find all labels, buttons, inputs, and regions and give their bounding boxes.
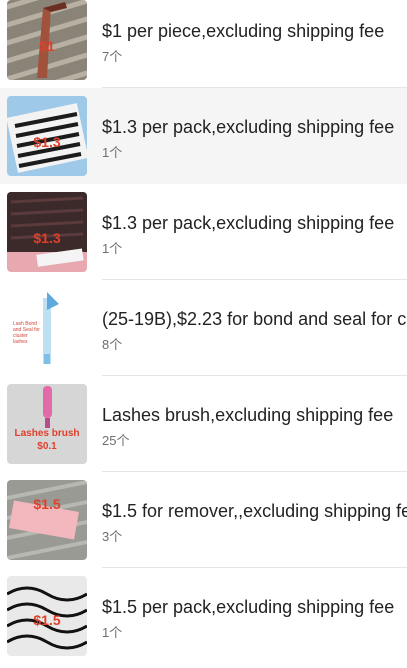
item-title: Lashes brush,excluding shipping fee xyxy=(102,405,394,425)
list-item[interactable]: $1 $1 per piece,excluding shipping fee 7… xyxy=(0,0,407,88)
item-count: 3个 xyxy=(102,529,123,544)
item-count: 1个 xyxy=(102,241,123,256)
list-item[interactable]: $1.3 $1.3 per pack,excluding shipping fe… xyxy=(0,184,407,280)
item-count: 8个 xyxy=(102,337,123,352)
product-thumbnail: $1.5 xyxy=(7,480,87,560)
item-count: 1个 xyxy=(102,625,123,640)
list-item[interactable]: Lash Bond and Seal for cluster lashes (2… xyxy=(0,280,407,376)
price-tag: $1.3 xyxy=(33,134,61,150)
product-label: Lash Bond and Seal for cluster lashes xyxy=(13,321,40,345)
item-count: 25个 xyxy=(102,433,130,448)
item-count: 1个 xyxy=(102,145,123,160)
product-thumbnail: Lash Bond and Seal for cluster lashes xyxy=(7,288,87,368)
item-title: $1 per piece,excluding shipping fee xyxy=(102,21,385,41)
price-tag: $1.5 xyxy=(33,612,61,628)
product-thumbnail: $1.3 xyxy=(7,192,87,272)
item-title: $1.5 per pack,excluding shipping fee xyxy=(102,597,395,617)
product-thumbnail: $1.5 xyxy=(7,576,87,656)
list-item[interactable]: Lashes brush $0.1 Lashes brush,excluding… xyxy=(0,376,407,472)
price-tag: $1.3 xyxy=(33,230,61,246)
product-thumbnail: $1 xyxy=(7,0,87,80)
list-item[interactable]: $1.5 $1.5 per pack,excluding shipping fe… xyxy=(0,568,407,664)
price-tag: $1.5 xyxy=(33,496,61,512)
item-title: $1.3 per pack,excluding shipping fee xyxy=(102,117,395,137)
item-title: $1.5 for remover,,excluding shipping fee xyxy=(102,501,407,521)
product-thumbnail: $1.3 xyxy=(7,96,87,176)
item-title: $1.3 per pack,excluding shipping fee xyxy=(102,213,395,233)
price-tag: $1 xyxy=(39,38,55,54)
list-item[interactable]: $1.3 $1.3 per pack,excluding shipping fe… xyxy=(0,88,407,184)
price-tag: Lashes brush xyxy=(14,428,80,439)
product-thumbnail: Lashes brush $0.1 xyxy=(7,384,87,464)
product-list: $1 $1 per piece,excluding shipping fee 7… xyxy=(0,0,407,668)
item-count: 7个 xyxy=(102,49,123,64)
price-value: $0.1 xyxy=(37,441,57,452)
list-item[interactable]: $1.5 $1.5 for remover,,excluding shippin… xyxy=(0,472,407,568)
item-title: (25-19B),$2.23 for bond and seal for clu… xyxy=(102,309,407,329)
